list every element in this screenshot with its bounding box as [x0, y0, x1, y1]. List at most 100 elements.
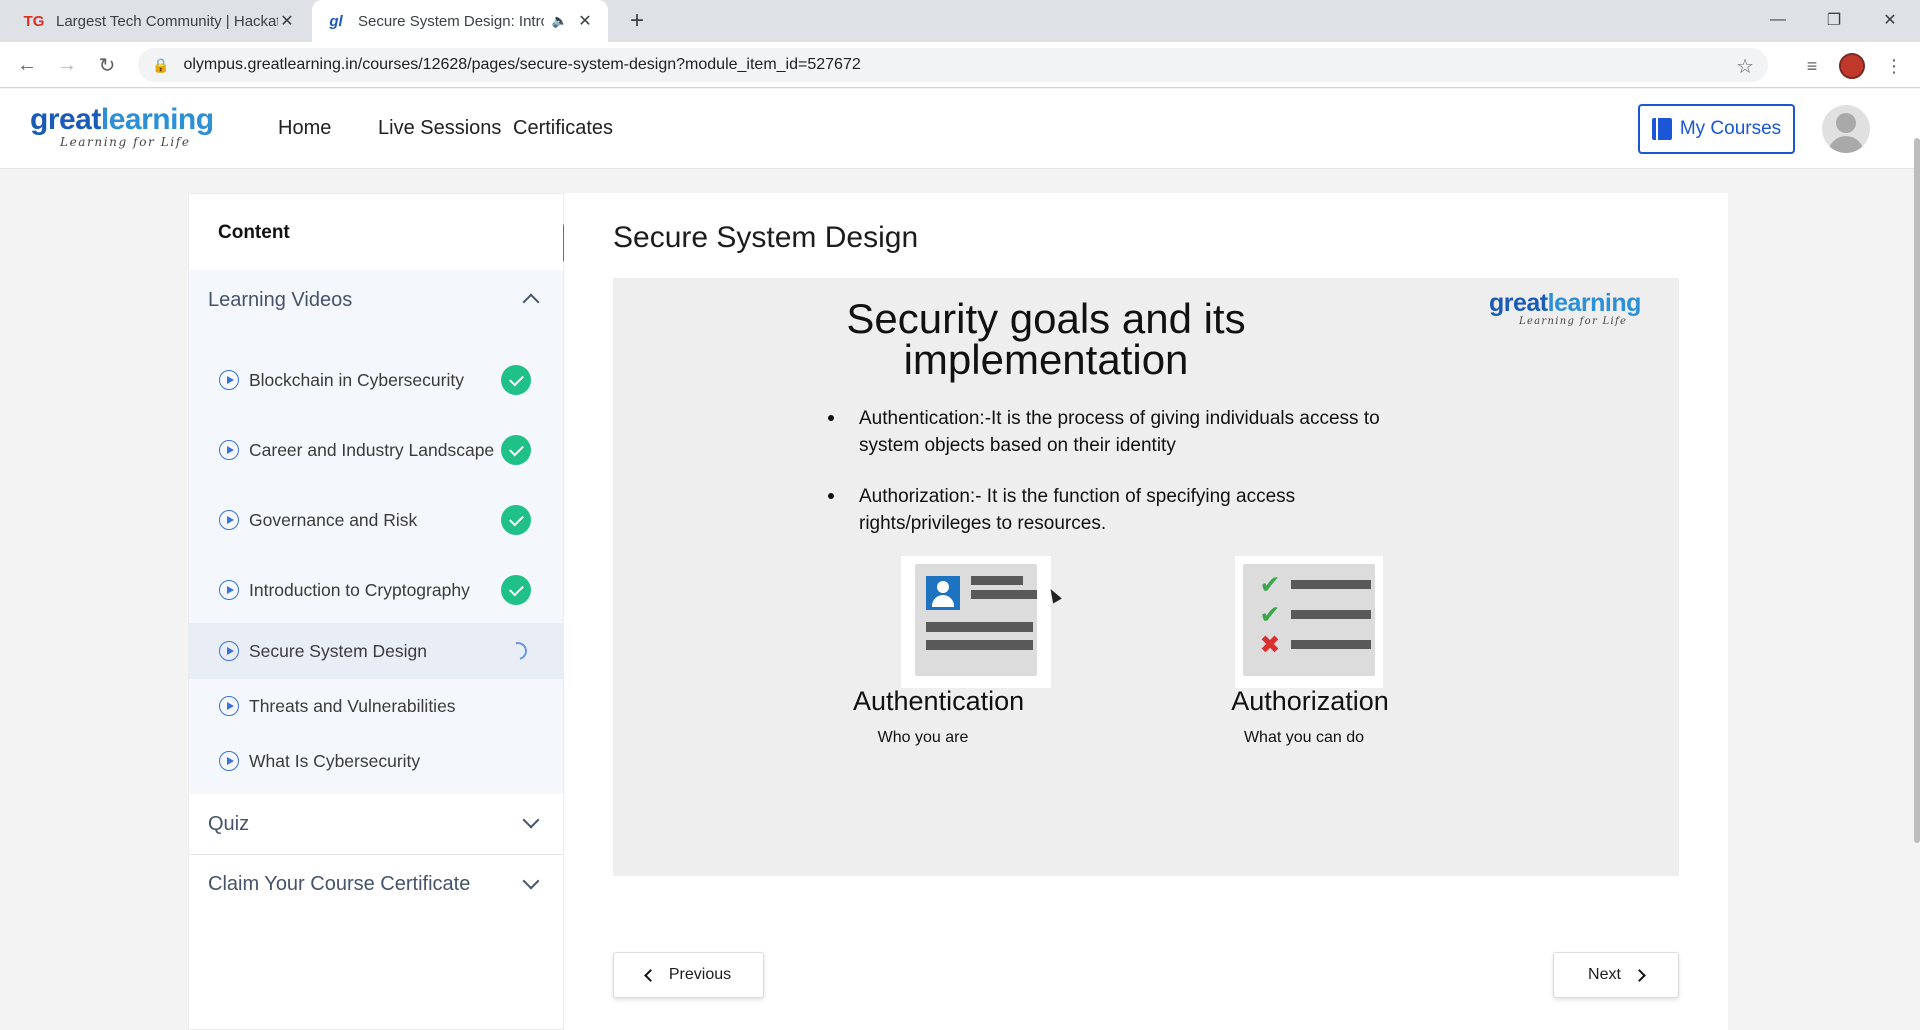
lesson-label: Career and Industry Landscape [249, 439, 495, 460]
lesson-label: Introduction to Cryptography [249, 579, 470, 600]
new-tab-plus-icon[interactable]: + [622, 6, 652, 36]
lock-icon: 🔒 [152, 56, 170, 73]
site-header: greatlearning Learning for Life Home Liv… [0, 89, 1920, 169]
speaker-icon[interactable]: 🔈 [552, 13, 568, 29]
nav-live-sessions[interactable]: Live Sessions [378, 117, 501, 140]
checklist-icon: ✔ ✔ ✖ [1235, 556, 1383, 688]
chevron-down-icon [522, 811, 540, 829]
address-bar: ← → ↻ 🔒 olympus.greatlearning.in/courses… [0, 42, 1920, 88]
check-icon: ✔ [1259, 571, 1281, 599]
slide-logo: greatlearning Learning for Life [1489, 290, 1641, 327]
logo-word-great: great [30, 103, 101, 136]
my-courses-button[interactable]: My Courses [1638, 104, 1795, 154]
user-avatar[interactable] [1822, 105, 1870, 153]
chevron-left-icon [644, 968, 657, 982]
lesson-label: Governance and Risk [249, 509, 418, 530]
lesson-item[interactable]: Introduction to Cryptography [189, 562, 563, 618]
url-text: olympus.greatlearning.in/courses/12628/p… [183, 56, 861, 73]
check-circle-icon [501, 365, 531, 395]
window-close-icon[interactable]: ✕ [1862, 0, 1918, 40]
main-content: Secure System Design greatlearning Learn… [564, 193, 1728, 1030]
lesson-label: Secure System Design [249, 640, 427, 661]
logo-tagline: Learning for Life [1519, 316, 1628, 327]
cross-icon: ✖ [1259, 631, 1281, 659]
browser-tab-hackathon[interactable]: TG Largest Tech Community | Hackat ✕ [10, 0, 310, 42]
section-learning-videos[interactable]: Learning Videos [189, 270, 563, 330]
section-label: Quiz [208, 812, 250, 835]
slide-heading: Security goals and its implementation [846, 295, 1246, 383]
figure-label-authentication: Authentication [853, 686, 1025, 716]
check-circle-icon [501, 505, 531, 535]
back-arrow-icon[interactable]: ← [12, 50, 42, 80]
loading-spinner-icon [505, 638, 531, 664]
lesson-label: What Is Cybersecurity [249, 750, 421, 771]
play-circle-icon [219, 510, 239, 530]
section-label: Learning Videos [208, 288, 353, 311]
media-control-icon[interactable]: ≡ [1798, 52, 1826, 80]
id-card-icon [901, 556, 1051, 688]
previous-button[interactable]: Previous [613, 952, 764, 998]
reload-icon[interactable]: ↻ [92, 50, 122, 80]
play-circle-icon [219, 580, 239, 600]
play-circle-icon [219, 370, 239, 390]
browser-tab-bar: TG Largest Tech Community | Hackat ✕ gl … [0, 0, 1920, 42]
logo-word-learning: learning [100, 103, 214, 136]
next-button[interactable]: Next [1553, 952, 1679, 998]
bookmark-star-icon[interactable]: ☆ [1736, 54, 1754, 79]
section-claim-certificate[interactable]: Claim Your Course Certificate [189, 854, 563, 914]
chevron-up-icon [522, 293, 540, 311]
page-scrollbar[interactable] [1914, 138, 1920, 843]
my-courses-label: My Courses [1679, 118, 1782, 139]
check-circle-icon [501, 435, 531, 465]
nav-home[interactable]: Home [278, 117, 331, 140]
lesson-item[interactable]: Career and Industry Landscape [189, 422, 563, 478]
next-label: Next [1588, 966, 1621, 983]
chevron-down-icon [522, 872, 540, 890]
lesson-label: Blockchain in Cybersecurity [249, 369, 464, 390]
book-icon [1651, 118, 1672, 140]
content-sidebar: Content Learning Videos Blockchain in Cy… [188, 193, 564, 1030]
tab-title: Largest Tech Community | Hackat [56, 12, 278, 30]
forward-arrow-icon[interactable]: → [52, 50, 82, 80]
close-tab-icon[interactable]: ✕ [278, 11, 296, 31]
video-slide[interactable]: greatlearning Learning for Life Security… [613, 278, 1679, 876]
page-title: Secure System Design [613, 221, 919, 254]
previous-label: Previous [668, 966, 732, 983]
bullet-authentication: Authentication:-It is the process of giv… [828, 405, 1428, 459]
logo-word-great: great [1489, 289, 1548, 317]
logo-word-learning: learning [1547, 289, 1642, 317]
url-field[interactable]: 🔒 olympus.greatlearning.in/courses/12628… [138, 48, 1768, 82]
chevron-right-icon [1633, 968, 1646, 982]
lesson-item[interactable]: What Is Cybersecurity [189, 733, 563, 789]
lesson-item[interactable]: Threats and Vulnerabilities [189, 678, 563, 734]
section-quiz[interactable]: Quiz [189, 794, 563, 854]
nav-certificates[interactable]: Certificates [513, 117, 613, 140]
play-circle-icon [219, 751, 239, 771]
gl-favicon-icon: gl [329, 12, 343, 30]
bullet-authorization: Authorization:- It is the function of sp… [828, 483, 1428, 537]
play-circle-icon [219, 641, 239, 661]
browser-tab-greatlearning[interactable]: gl Secure System Design: Introd 🔈 ✕ [312, 0, 608, 42]
minimize-icon[interactable]: — [1750, 0, 1806, 40]
play-circle-icon [219, 440, 239, 460]
figure-caption-authentication: Who you are [877, 729, 969, 746]
lesson-item-current[interactable]: Secure System Design [189, 623, 563, 679]
greatlearning-logo[interactable]: greatlearning Learning for Life [30, 103, 214, 150]
check-icon: ✔ [1259, 601, 1281, 629]
sidebar-title: Content [218, 222, 290, 243]
tab-title: Secure System Design: Introd [358, 12, 544, 30]
logo-tagline: Learning for Life [60, 135, 191, 149]
play-circle-icon [219, 696, 239, 716]
check-circle-icon [501, 575, 531, 605]
tg-favicon-icon: TG [23, 12, 45, 30]
figure-caption-authorization: What you can do [1243, 729, 1365, 746]
learning-videos-panel: Learning Videos Blockchain in Cybersecur… [189, 270, 563, 794]
restore-icon[interactable]: ❐ [1806, 0, 1862, 40]
section-label: Claim Your Course Certificate [208, 873, 471, 895]
slide-bullets: Authentication:-It is the process of giv… [828, 405, 1428, 561]
lesson-item[interactable]: Blockchain in Cybersecurity [189, 352, 563, 408]
profile-icon[interactable] [1838, 52, 1866, 80]
lesson-item[interactable]: Governance and Risk [189, 492, 563, 548]
browser-menu-icon[interactable]: ⋮ [1880, 52, 1908, 80]
close-tab-icon[interactable]: ✕ [576, 11, 594, 31]
